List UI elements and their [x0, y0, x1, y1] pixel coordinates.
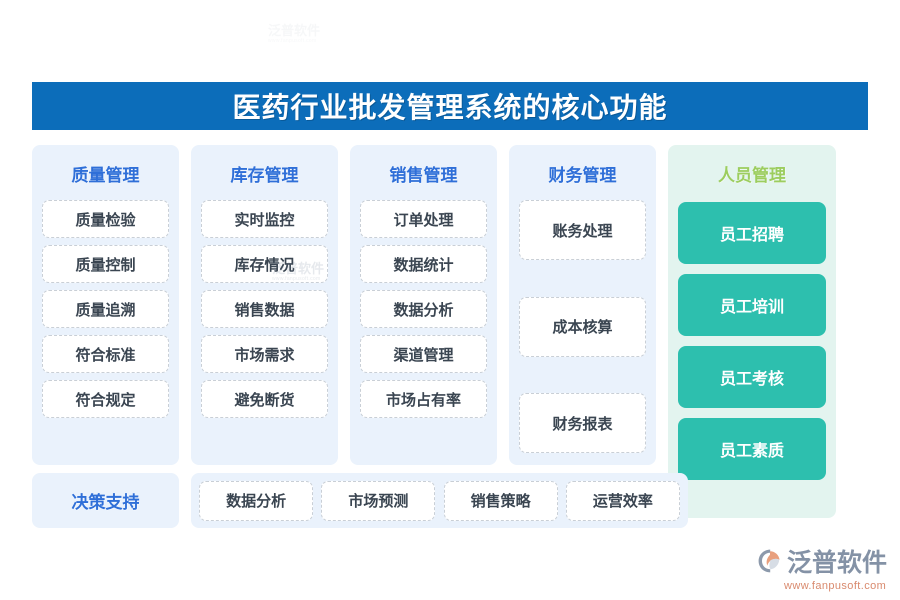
item-list-inventory-management: 实时监控 库存情况 销售数据 市场需求 避免断货: [201, 200, 328, 453]
panel-sales-management: 销售管理 订单处理 数据统计 数据分析 渠道管理 市场占有率: [350, 145, 497, 465]
feature-chip[interactable]: 渠道管理: [360, 335, 487, 373]
item-list-finance-management: 账务处理 成本核算 财务报表: [519, 200, 646, 453]
feature-columns: 质量管理 质量检验 质量控制 质量追溯 符合标准 符合规定 库存管理 实时监控 …: [32, 145, 868, 518]
feature-chip[interactable]: 成本核算: [519, 296, 646, 357]
panel-title-decision-support: 决策支持: [71, 493, 140, 512]
panel-title-inventory-management: 库存管理: [230, 166, 299, 185]
feature-chip[interactable]: 市场预测: [321, 480, 436, 521]
logo-website-url: www.fanpusoft.com: [784, 580, 887, 592]
feature-chip[interactable]: 销售策略: [443, 480, 558, 521]
page-title: 医药行业批发管理系统的核心功能: [232, 92, 668, 123]
background-watermark-top: 泛普软件 www.fanpusoft.com: [268, 24, 320, 44]
infographic-canvas: 泛普软件 www.fanpusoft.com 医药行业批发管理系统的核心功能 质…: [0, 0, 900, 600]
panel-title-finance-management: 财务管理: [548, 166, 617, 185]
watermark-brand-text: 泛普软件: [268, 23, 321, 38]
feature-chip[interactable]: 避免断货: [201, 380, 328, 418]
item-list-quality-management: 质量检验 质量控制 质量追溯 符合标准 符合规定: [42, 200, 169, 453]
panel-title-sales-management: 销售管理: [389, 166, 458, 185]
feature-chip[interactable]: 数据分析: [360, 290, 487, 328]
panel-decision-support: 决策支持: [32, 473, 179, 528]
feature-chip[interactable]: 市场需求: [201, 335, 328, 373]
logo-lockup: 泛普软件: [757, 543, 887, 579]
logo-brand-name: 泛普软件: [787, 549, 888, 577]
panel-finance-management: 财务管理 账务处理 成本核算 财务报表: [509, 145, 656, 465]
fanpu-swoosh-icon: [758, 549, 780, 573]
feature-chip[interactable]: 财务报表: [519, 393, 646, 453]
feature-button[interactable]: 员工素质: [678, 418, 826, 480]
panel-personnel-management: 人员管理 员工招聘 员工培训 员工考核 员工素质: [668, 145, 836, 518]
item-list-personnel-management: 员工招聘 员工培训 员工考核 员工素质: [678, 202, 826, 504]
feature-chip[interactable]: 质量控制: [42, 245, 169, 283]
panel-inventory-management: 库存管理 实时监控 库存情况 销售数据 市场需求 避免断货: [191, 145, 338, 465]
feature-chip[interactable]: 市场占有率: [360, 380, 487, 418]
panel-quality-management: 质量管理 质量检验 质量控制 质量追溯 符合标准 符合规定: [32, 145, 179, 465]
feature-button[interactable]: 员工培训: [678, 274, 826, 336]
feature-chip[interactable]: 账务处理: [519, 200, 646, 260]
feature-chip[interactable]: 质量检验: [42, 200, 169, 238]
title-banner: 医药行业批发管理系统的核心功能: [32, 82, 868, 130]
item-list-sales-management: 订单处理 数据统计 数据分析 渠道管理 市场占有率: [360, 200, 487, 453]
feature-chip[interactable]: 符合标准: [42, 335, 169, 373]
feature-chip[interactable]: 符合规定: [42, 380, 169, 418]
panel-title-quality-management: 质量管理: [71, 166, 140, 185]
feature-chip[interactable]: 销售数据: [201, 290, 328, 328]
feature-chip[interactable]: 库存情况: [201, 245, 328, 283]
feature-chip[interactable]: 质量追溯: [42, 290, 169, 328]
feature-chip[interactable]: 运营效率: [565, 480, 680, 521]
watermark-url-text: www.fanpusoft.com: [268, 38, 317, 44]
feature-chip[interactable]: 实时监控: [201, 200, 328, 238]
item-list-decision-support: 数据分析 市场预测 销售策略 运营效率: [191, 473, 688, 528]
feature-button[interactable]: 员工招聘: [678, 202, 826, 264]
feature-button[interactable]: 员工考核: [678, 346, 826, 408]
panel-title-personnel-management: 人员管理: [718, 166, 786, 185]
feature-chip[interactable]: 数据分析: [199, 480, 314, 521]
brand-logo: 泛普软件 www.fanpusoft.com: [757, 543, 887, 592]
feature-chip[interactable]: 数据统计: [360, 245, 487, 283]
decision-support-row: 决策支持 数据分析 市场预测 销售策略 运营效率: [32, 473, 688, 528]
feature-chip[interactable]: 订单处理: [360, 200, 487, 238]
